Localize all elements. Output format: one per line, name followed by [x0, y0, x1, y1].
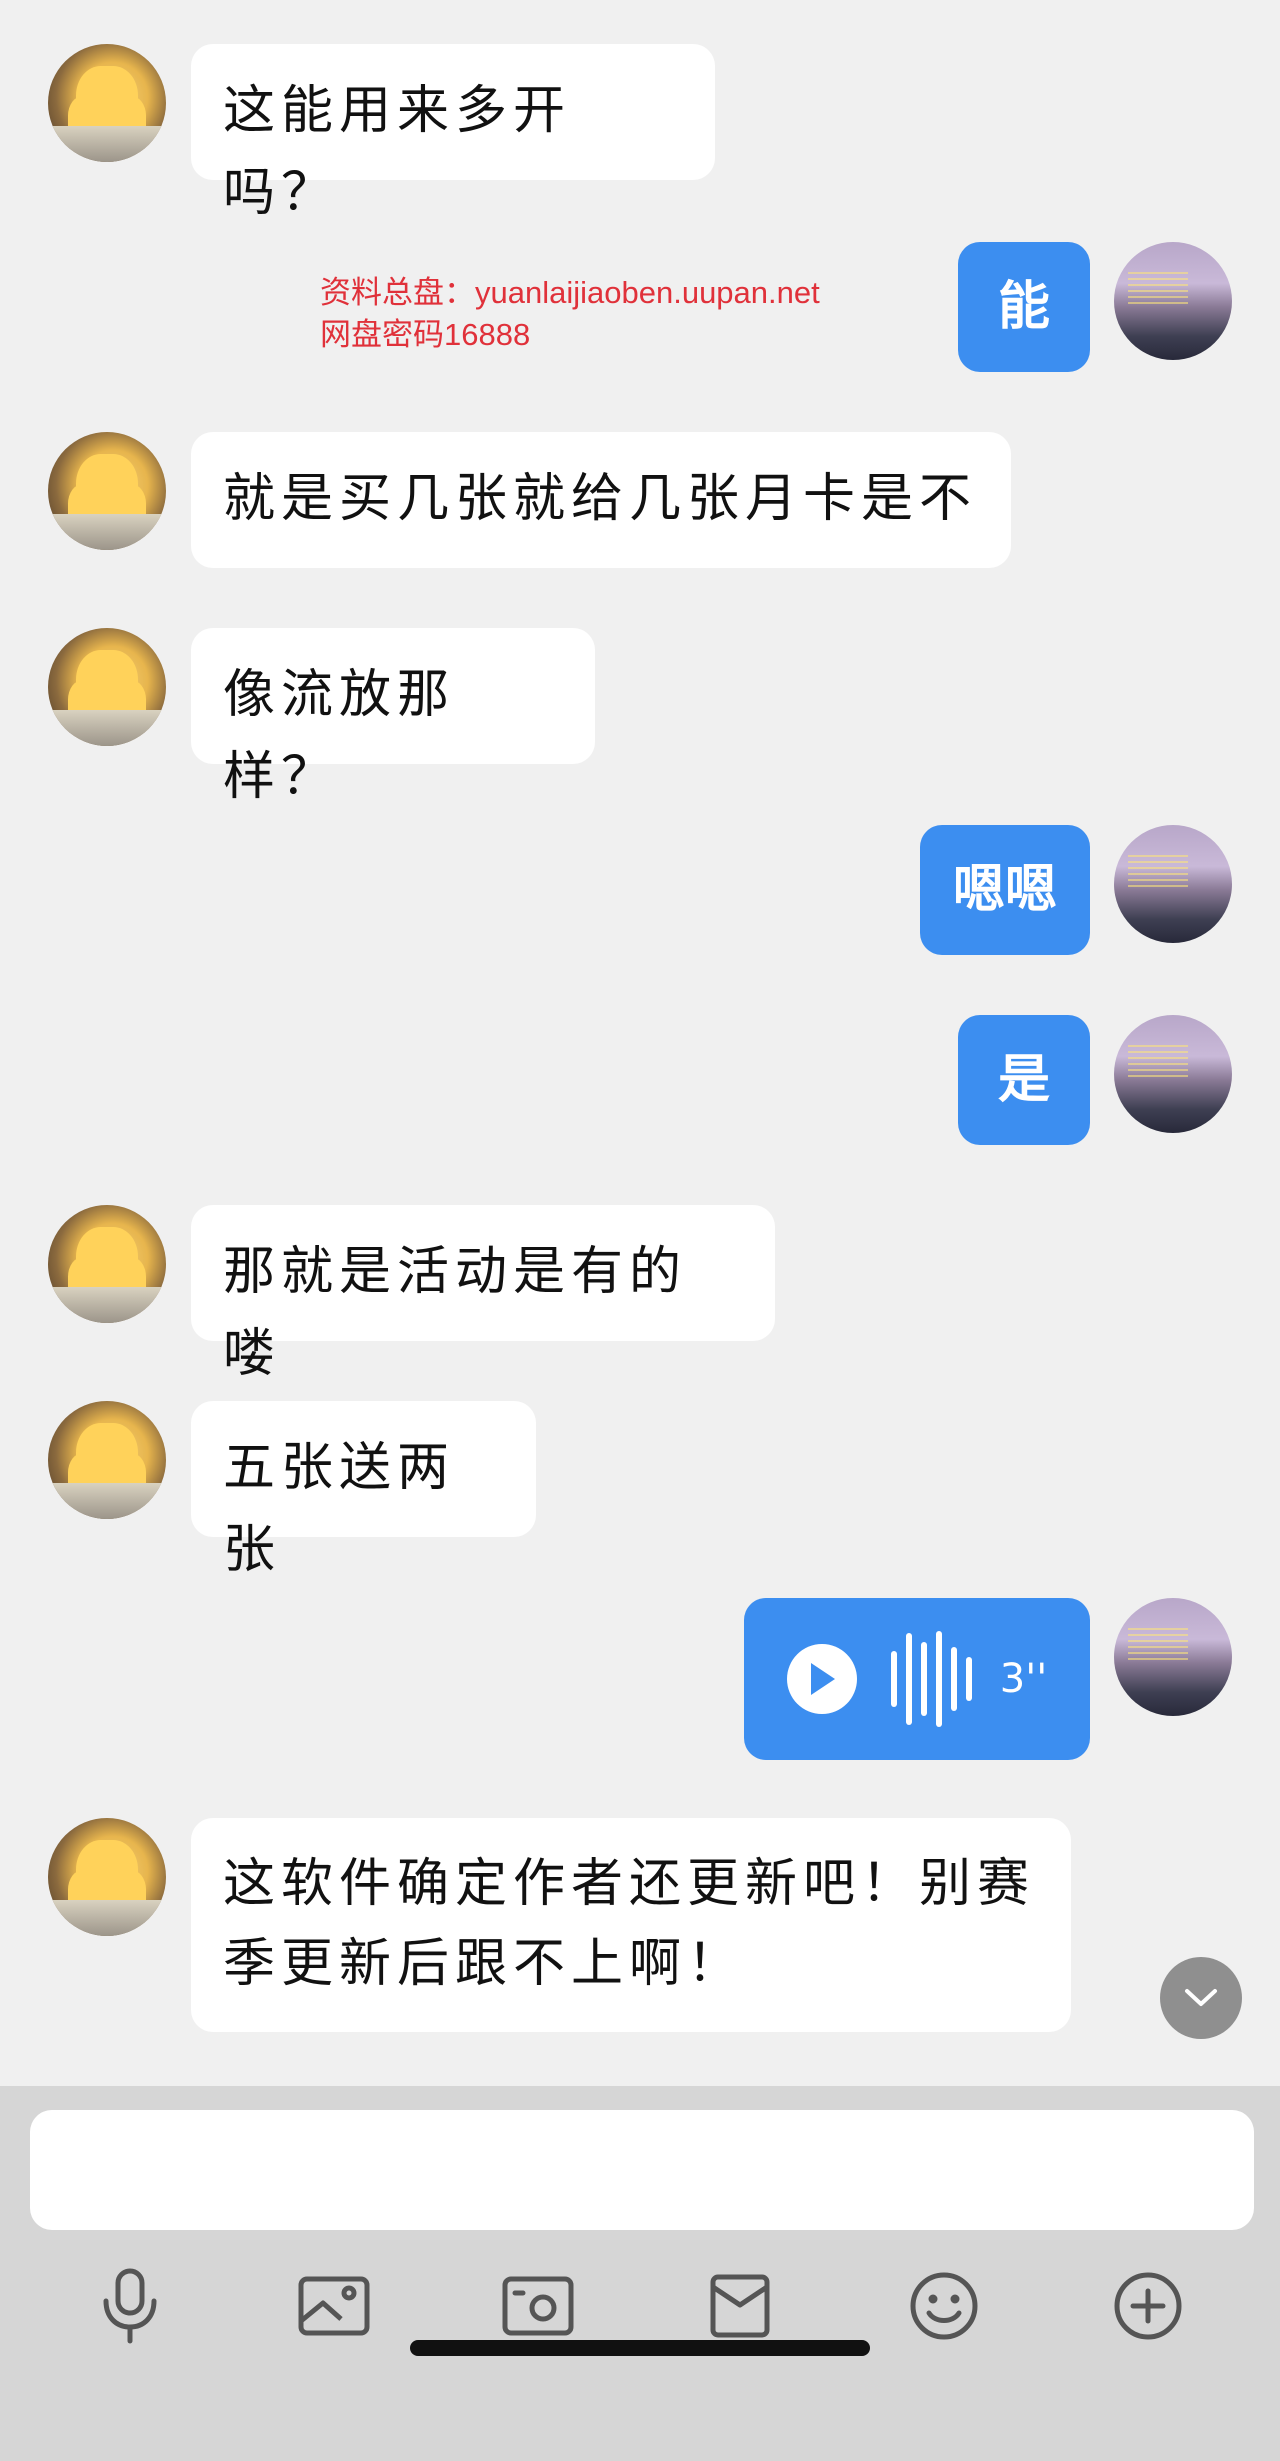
message-text: 是 [997, 1050, 1050, 1110]
peer-avatar[interactable] [48, 432, 166, 550]
watermark-text: 资料总盘：yuanlaijiaoben.uupan.net 网盘密码16888 [320, 275, 820, 352]
peer-avatar[interactable] [48, 1205, 166, 1323]
play-icon[interactable] [786, 1644, 857, 1714]
message-text: 季更新后跟不上啊！ [223, 1934, 746, 1994]
audio-waveform-icon [890, 1631, 972, 1727]
message-text: 五张送两张 [223, 1438, 456, 1580]
peer-avatar[interactable] [48, 1818, 166, 1936]
my-avatar[interactable] [1114, 242, 1232, 360]
chevron-down-icon [1185, 1989, 1217, 2006]
my-avatar[interactable] [1114, 1598, 1232, 1716]
message-text: 像流放那样？ [223, 665, 456, 807]
plus-icon[interactable] [1098, 2256, 1198, 2356]
microphone-icon[interactable] [80, 2256, 180, 2356]
composer [0, 2086, 1280, 2461]
peer-avatar[interactable] [48, 1401, 166, 1519]
message-text: 嗯嗯 [952, 860, 1057, 920]
scroll-to-bottom-button[interactable] [1160, 1957, 1242, 2039]
message-text: 那就是活动是有的喽 [223, 1242, 688, 1384]
message-text: 就是买几张就给几张月卡是不 [223, 469, 978, 529]
message-text: 这能用来多开吗？ [223, 81, 572, 223]
message-bubble[interactable]: 那就是活动是有的喽 [191, 1205, 775, 1384]
my-avatar[interactable] [1114, 1015, 1232, 1133]
peer-avatar[interactable] [48, 44, 166, 162]
message-text: 能 [997, 277, 1050, 337]
message-text: 这软件确定作者还更新吧！别赛 [223, 1854, 1036, 1914]
emoji-icon[interactable] [894, 2256, 994, 2356]
message-input[interactable] [30, 2110, 1254, 2230]
message-bubble[interactable]: 这能用来多开吗？ [191, 44, 715, 223]
message-bubble[interactable]: 这软件确定作者还更新吧！别赛 季更新后跟不上啊！ [191, 1818, 1071, 2032]
message-bubble[interactable]: 五张送两张 [191, 1401, 536, 1580]
chat-area[interactable]: 这能用来多开吗？ 资料总盘：yuanlaijiaoben.uupan.net 网… [0, 0, 1280, 2086]
home-indicator[interactable] [410, 2340, 870, 2356]
message-bubble[interactable]: 就是买几张就给几张月卡是不 [191, 432, 1011, 568]
voice-duration: 3'' [999, 1656, 1048, 1702]
message-bubble[interactable]: 能 [958, 242, 1090, 372]
message-bubble[interactable]: 是 [958, 1015, 1090, 1145]
my-avatar[interactable] [1114, 825, 1232, 943]
message-bubble[interactable]: 嗯嗯 [920, 825, 1090, 955]
photo-icon[interactable] [284, 2256, 384, 2356]
message-bubble[interactable]: 像流放那样？ [191, 628, 595, 807]
voice-message-bubble[interactable]: 3'' [744, 1598, 1090, 1760]
peer-avatar[interactable] [48, 628, 166, 746]
